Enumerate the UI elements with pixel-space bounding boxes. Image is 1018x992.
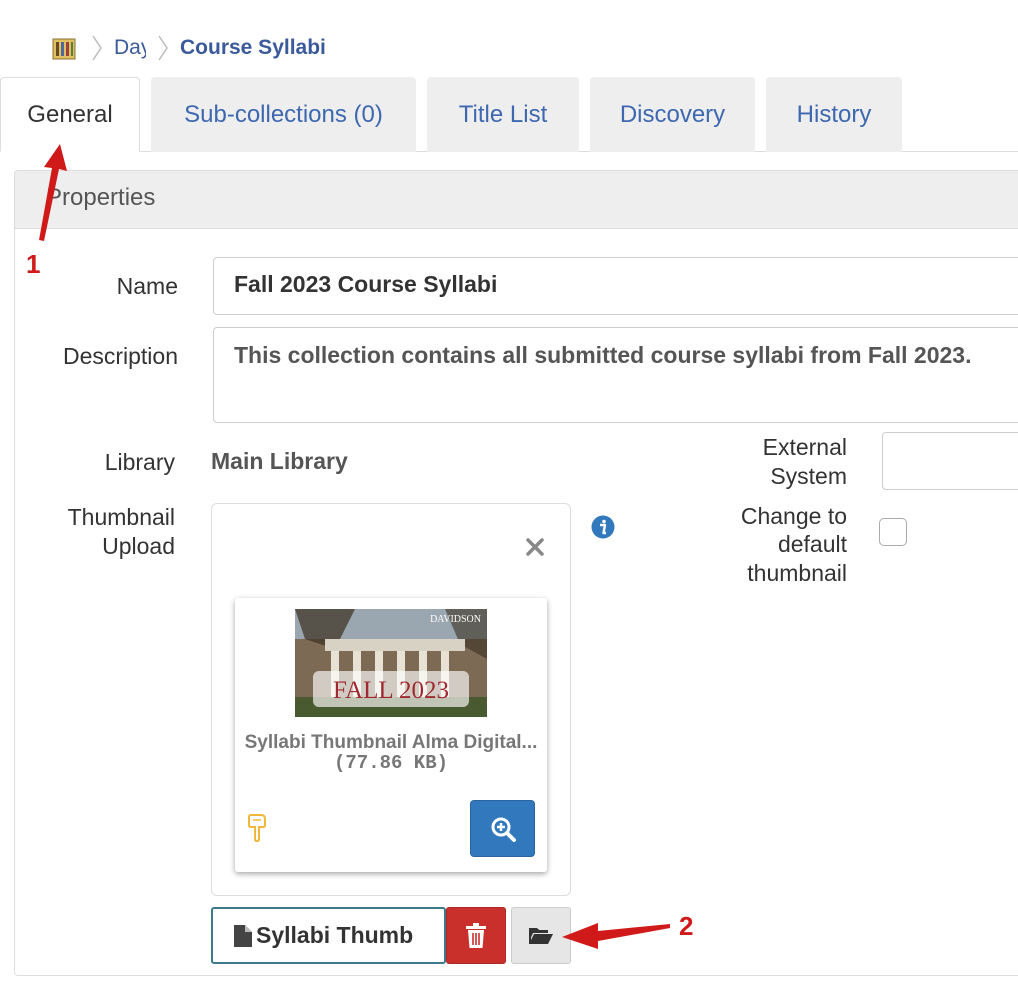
upload-file-name: Syllabi Thumb [256,922,414,948]
file-icon [234,924,252,947]
breadcrumb-current: Course Syllabi [180,36,326,59]
name-value: Fall 2023 Course Syllabi [234,271,498,297]
external-system-label-line2: System [770,463,847,489]
info-icon[interactable] [591,515,615,539]
close-icon[interactable] [522,534,548,560]
change-default-label-line2: default [777,531,847,557]
breadcrumb-separator-icon [92,35,102,61]
thumbnail-upload-label-line2: Upload [102,533,175,559]
trash-icon [466,922,486,948]
file-size: (77.86 KB) [333,752,449,774]
thumbnail-preview-image: FALL 2023 DAVIDSON [295,609,487,717]
tab-history[interactable]: History [766,77,902,152]
preview-caption: FALL 2023 [333,677,449,704]
annotation-number-1: 1 [26,249,41,279]
external-system-label-line1: External [762,434,847,460]
tab-discovery[interactable]: Discovery [590,77,755,152]
properties-panel-header [14,170,1018,229]
folder-open-icon [529,927,553,944]
tab-title-list[interactable]: Title List [427,77,579,152]
description-value: This collection contains all submitted c… [234,342,972,368]
zoom-preview-button[interactable] [470,800,535,857]
change-default-label-line1: Change to [740,503,847,529]
tab-sub-collections[interactable]: Sub-collections (0) [151,77,416,152]
change-default-thumbnail-checkbox[interactable] [879,518,907,546]
library-icon[interactable] [50,33,80,63]
breadcrumb-separator-icon [158,35,168,61]
name-label: Name [116,273,178,299]
drag-hand-icon[interactable] [245,811,271,843]
library-value: Main Library [211,448,348,474]
description-label: Description [62,343,178,369]
file-name: Syllabi Thumbnail Alma Digital... [244,732,538,753]
breadcrumb: Day Course Syllabi [50,30,326,66]
annotation-arrow-1 [39,144,67,241]
library-label: Library [104,449,175,475]
breadcrumb-link-parent[interactable]: Day [114,36,146,60]
annotation-number-2: 2 [679,911,694,941]
delete-file-button[interactable] [446,907,506,964]
zoom-in-icon [491,817,516,842]
upload-file-name-field[interactable]: Syllabi Thumb [211,907,446,964]
change-default-label-line3: thumbnail [747,560,847,586]
external-system-field[interactable] [882,432,1018,490]
preview-badge: DAVIDSON [430,614,481,625]
thumbnail-upload-label-line1: Thumbnail [67,504,175,530]
annotation-arrow-2 [562,923,670,949]
